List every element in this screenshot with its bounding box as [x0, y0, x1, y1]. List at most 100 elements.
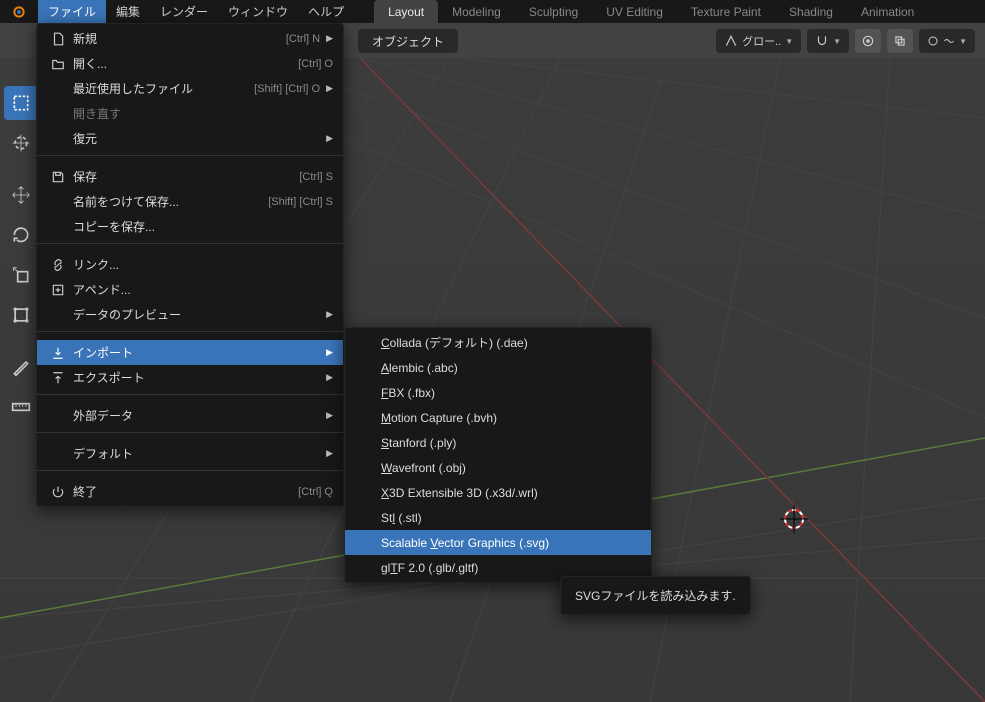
menu-open-recent[interactable]: 最近使用したファイル [Shift] [Ctrl] O ▶ — [37, 76, 343, 101]
menu-open-recent-shortcut: [Shift] [Ctrl] O — [254, 83, 320, 95]
tooltip: SVGファイルを読み込みます. — [560, 576, 751, 615]
orientation-icon — [724, 34, 738, 48]
submenu-arrow-icon: ▶ — [326, 309, 333, 320]
import-item-4[interactable]: Stanford (.ply) — [345, 430, 651, 455]
viewport-toolbar — [4, 86, 38, 424]
menu-save-shortcut: [Ctrl] S — [299, 171, 333, 183]
tab-uv-editing[interactable]: UV Editing — [592, 0, 677, 23]
menu-recover[interactable]: 復元 ▶ — [37, 126, 343, 151]
menu-save-copy-label: コピーを保存... — [73, 218, 333, 235]
tool-cursor[interactable] — [4, 126, 38, 160]
menu-import[interactable]: インポート ▶ — [37, 340, 343, 365]
select-box-icon — [11, 93, 31, 113]
import-icon — [51, 346, 73, 360]
menu-append-label: アペンド... — [73, 281, 333, 298]
tool-transform[interactable] — [4, 298, 38, 332]
menu-render[interactable]: レンダー — [150, 0, 218, 23]
menu-save[interactable]: 保存 [Ctrl] S — [37, 164, 343, 189]
menu-data-preview[interactable]: データのプレビュー ▶ — [37, 302, 343, 327]
import-item-2[interactable]: FBX (.fbx) — [345, 380, 651, 405]
cursor-3d — [780, 505, 808, 533]
menu-append[interactable]: アペンド... — [37, 277, 343, 302]
import-item-label: Alembic (.abc) — [381, 361, 641, 375]
menu-save-copy[interactable]: コピーを保存... — [37, 214, 343, 239]
shading-dropdown[interactable]: ▼ — [919, 29, 975, 53]
menu-reopen[interactable]: 開き直す — [37, 101, 343, 126]
chevron-down-icon: ▼ — [833, 37, 841, 46]
tool-rotate[interactable] — [4, 218, 38, 252]
tool-move[interactable] — [4, 178, 38, 212]
menu-separator — [37, 155, 343, 164]
menu-defaults[interactable]: デフォルト ▶ — [37, 441, 343, 466]
import-item-1[interactable]: Alembic (.abc) — [345, 355, 651, 380]
submenu-arrow-icon: ▶ — [326, 83, 333, 94]
menu-external-data[interactable]: 外部データ ▶ — [37, 403, 343, 428]
menu-new[interactable]: 新規 [Ctrl] N ▶ — [37, 26, 343, 51]
menu-import-label: インポート — [73, 344, 320, 361]
menu-separator — [37, 470, 343, 479]
submenu-arrow-icon: ▶ — [326, 372, 333, 383]
menu-window[interactable]: ウィンドウ — [218, 0, 298, 23]
import-item-8[interactable]: Scalable Vector Graphics (.svg) — [345, 530, 651, 555]
menu-quit-label: 終了 — [73, 483, 298, 500]
tab-animation[interactable]: Animation — [847, 0, 928, 23]
tab-sculpting[interactable]: Sculpting — [515, 0, 592, 23]
overlays-button[interactable] — [887, 29, 913, 53]
import-item-6[interactable]: X3D Extensible 3D (.x3d/.wrl) — [345, 480, 651, 505]
menu-help[interactable]: ヘルプ — [298, 0, 354, 23]
tool-measure[interactable] — [4, 390, 38, 424]
shading-icon — [927, 35, 939, 47]
menu-separator — [37, 394, 343, 403]
import-item-7[interactable]: Stl (.stl) — [345, 505, 651, 530]
magnet-icon — [815, 34, 829, 48]
menu-save-as[interactable]: 名前をつけて保存... [Shift] [Ctrl] S — [37, 189, 343, 214]
menu-quit-shortcut: [Ctrl] Q — [298, 486, 333, 498]
menu-file[interactable]: ファイル — [38, 0, 106, 23]
proportional-editing-button[interactable] — [855, 29, 881, 53]
import-item-label: Collada (デフォルト) (.dae) — [381, 334, 641, 351]
snap-dropdown[interactable]: ▼ — [807, 29, 849, 53]
object-mode-chip[interactable]: オブジェクト — [358, 29, 458, 53]
export-icon — [51, 371, 73, 385]
menu-open[interactable]: 開く... [Ctrl] O — [37, 51, 343, 76]
orientation-dropdown[interactable]: グロー.. ▼ — [716, 29, 801, 53]
import-item-label: X3D Extensible 3D (.x3d/.wrl) — [381, 486, 641, 500]
menu-open-shortcut: [Ctrl] O — [298, 58, 333, 70]
chevron-down-icon: ▼ — [959, 37, 967, 46]
submenu-arrow-icon: ▶ — [326, 410, 333, 421]
workspace-tabs: Layout Modeling Sculpting UV Editing Tex… — [374, 0, 928, 23]
import-item-label: Motion Capture (.bvh) — [381, 411, 641, 425]
import-item-label: Wavefront (.obj) — [381, 461, 641, 475]
menu-link[interactable]: リンク... — [37, 252, 343, 277]
tab-shading[interactable]: Shading — [775, 0, 847, 23]
scale-icon — [11, 265, 31, 285]
power-icon — [51, 485, 73, 499]
tab-texture-paint[interactable]: Texture Paint — [677, 0, 775, 23]
menu-separator — [37, 243, 343, 252]
menu-data-preview-label: データのプレビュー — [73, 306, 320, 323]
annotate-icon — [11, 357, 31, 377]
menu-new-label: 新規 — [73, 30, 286, 47]
menu-export[interactable]: エクスポート ▶ — [37, 365, 343, 390]
cursor-icon — [11, 133, 31, 153]
import-item-5[interactable]: Wavefront (.obj) — [345, 455, 651, 480]
import-item-0[interactable]: Collada (デフォルト) (.dae) — [345, 330, 651, 355]
tab-layout[interactable]: Layout — [374, 0, 438, 23]
document-new-icon — [51, 32, 73, 46]
menu-quit[interactable]: 終了 [Ctrl] Q — [37, 479, 343, 504]
menu-open-label: 開く... — [73, 55, 298, 72]
menu-edit[interactable]: 編集 — [106, 0, 150, 23]
folder-open-icon — [51, 57, 73, 71]
blender-logo-icon[interactable] — [0, 0, 38, 23]
save-icon — [51, 170, 73, 184]
move-icon — [11, 185, 31, 205]
import-item-3[interactable]: Motion Capture (.bvh) — [345, 405, 651, 430]
import-item-label: glTF 2.0 (.glb/.gltf) — [381, 561, 641, 575]
tool-annotate[interactable] — [4, 350, 38, 384]
tab-modeling[interactable]: Modeling — [438, 0, 515, 23]
orientation-label: グロー.. — [742, 33, 781, 49]
tool-scale[interactable] — [4, 258, 38, 292]
tool-select-box[interactable] — [4, 86, 38, 120]
import-item-label: Stanford (.ply) — [381, 436, 641, 450]
proportional-icon — [861, 34, 875, 48]
